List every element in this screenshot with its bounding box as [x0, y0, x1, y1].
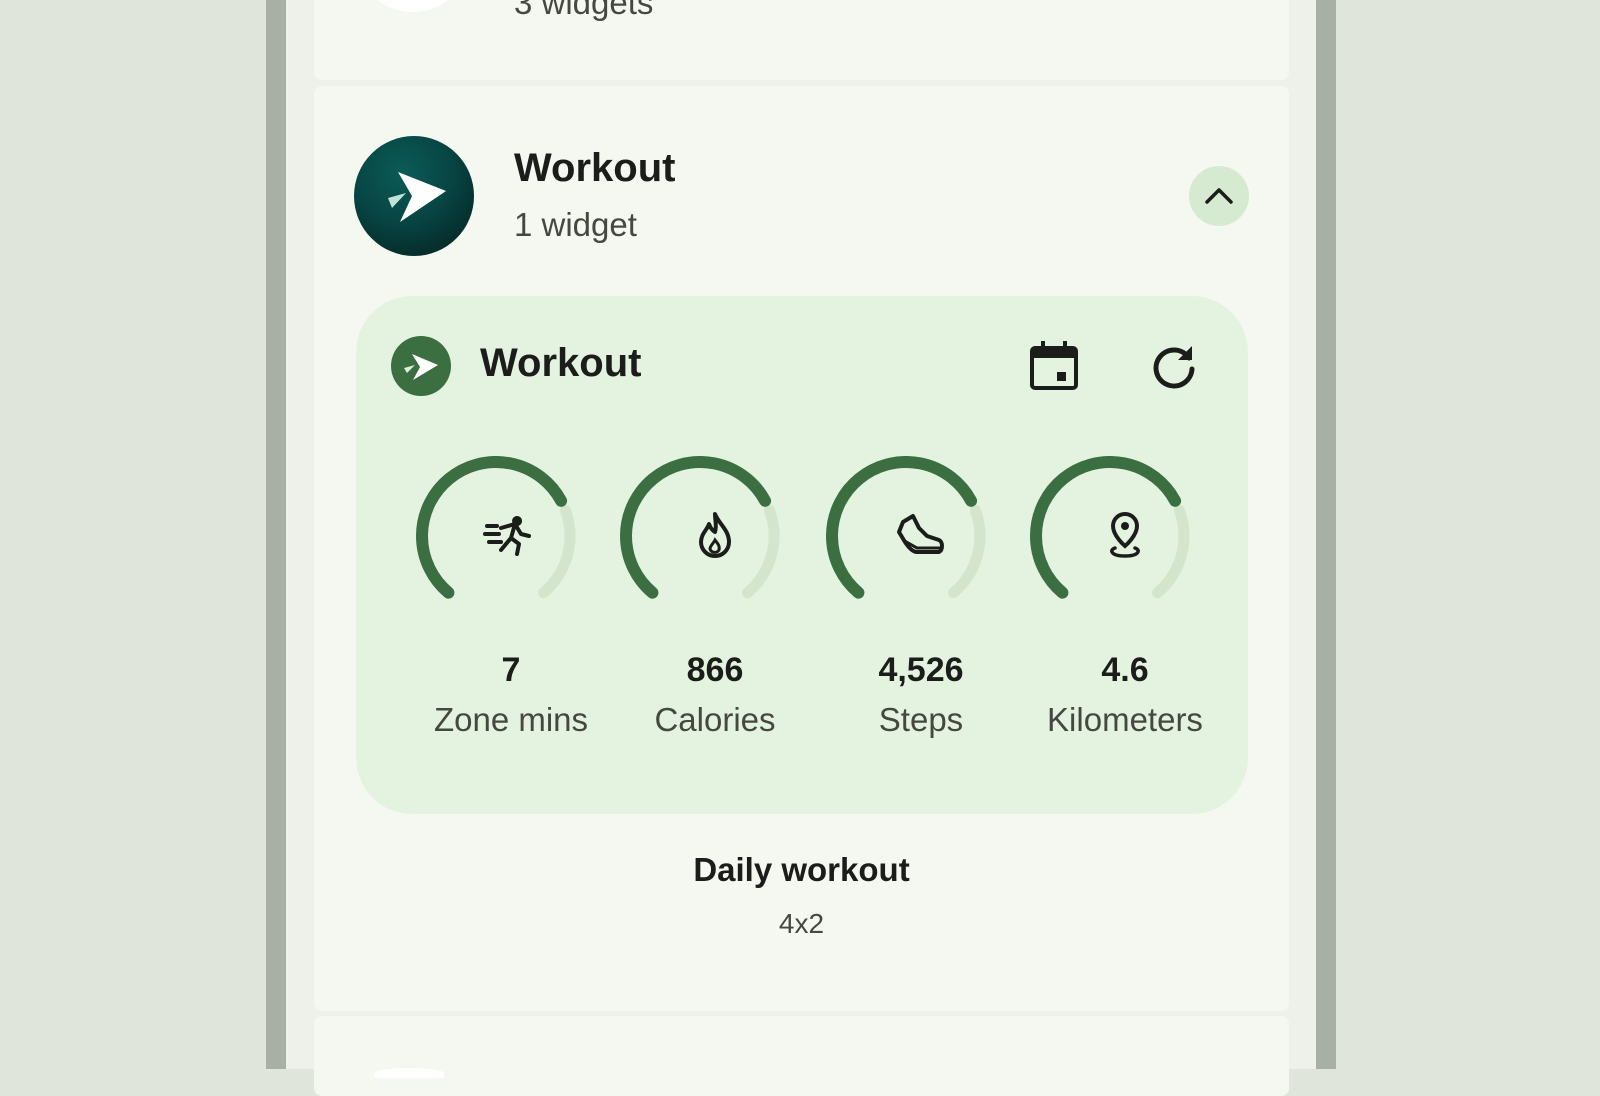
workout-widget-preview[interactable]: Workout 7 Zone mins 866 Calories 4,526 Steps 4… — [356, 296, 1248, 814]
collapse-button[interactable] — [1189, 166, 1249, 226]
shoe-icon — [897, 514, 944, 554]
refresh-icon[interactable] — [1146, 338, 1202, 394]
stat-label: Kilometers — [1047, 701, 1203, 738]
progress-track — [1152, 504, 1190, 599]
stat-calories: 866 Calories — [610, 456, 810, 756]
next-app-card[interactable] — [314, 1016, 1289, 1096]
stat-label: Calories — [654, 701, 776, 738]
calendar-icon[interactable] — [1026, 338, 1082, 394]
previous-app-widget-count: 3 widgets — [514, 0, 654, 21]
stat-label: Zone mins — [433, 701, 589, 738]
stat-value: 4.6 — [1101, 651, 1149, 689]
progress-track — [538, 504, 576, 599]
stat-label: Steps — [878, 701, 964, 738]
progress-track — [742, 504, 780, 599]
app-title: Workout — [514, 146, 676, 190]
chevron-up-icon — [1205, 188, 1233, 204]
previous-app-icon — [354, 0, 472, 12]
stat-steps: 4,526 Steps — [816, 456, 1016, 756]
next-app-icon — [374, 1068, 444, 1078]
workout-widget-logo-icon — [391, 336, 451, 396]
progress-track — [948, 504, 986, 599]
stat-value: 866 — [686, 651, 744, 689]
widget-title: Workout — [480, 341, 642, 385]
location-pin-icon — [1110, 511, 1140, 558]
stat-value: 4,526 — [878, 651, 964, 689]
app-widget-count: 1 widget — [514, 206, 637, 243]
stat-value: 7 — [501, 651, 521, 689]
stat-kilometers: 4.6 Kilometers — [1020, 456, 1220, 756]
running-icon — [483, 516, 531, 556]
workout-app-icon — [354, 136, 474, 256]
app-card-workout: Workout 1 widget Workout 7 Zone mins 866 Ca… — [314, 86, 1289, 1011]
previous-app-card[interactable]: 3 widgets — [314, 0, 1289, 80]
widget-name: Daily workout — [693, 851, 910, 888]
widget-size: 4x2 — [778, 908, 825, 939]
stat-zone-mins: 7 Zone mins — [406, 456, 606, 756]
flame-icon — [699, 512, 731, 558]
